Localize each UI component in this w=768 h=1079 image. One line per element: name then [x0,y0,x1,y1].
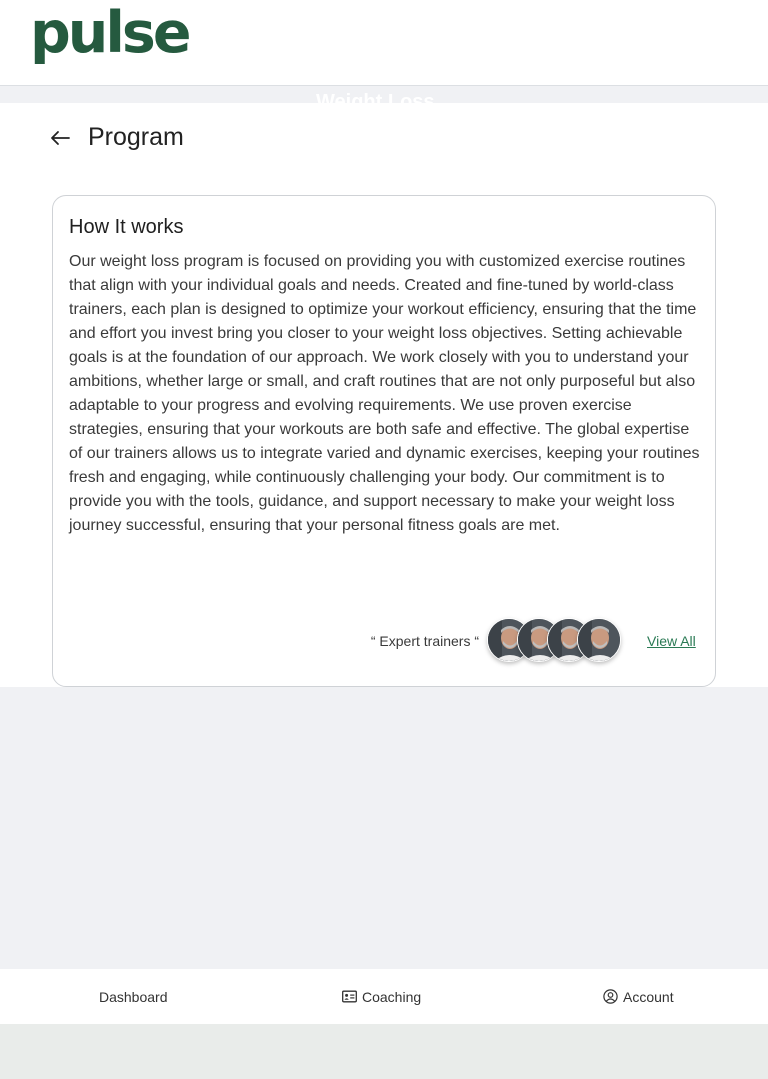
expert-trainers-label: “ Expert trainers “ [370,633,479,649]
page-title: Program [88,123,184,151]
app-header: pulse [0,0,768,86]
nav-item-account[interactable]: Account [603,969,674,1024]
trainer-avatar [577,618,621,662]
how-it-works-card: How It works Our weight loss program is … [52,195,716,687]
nav-label-account: Account [623,988,674,1005]
back-button[interactable] [46,124,74,152]
nav-item-coaching[interactable]: Coaching [342,969,421,1024]
bottom-navigation: Dashboard Coaching Account [0,969,768,1024]
card-description: Our weight loss program is focused on pr… [69,253,700,534]
faded-page-heading: Weight Loss [316,92,435,103]
user-circle-icon [603,989,618,1004]
arrow-left-icon [51,131,70,145]
view-all-link[interactable]: View All [647,633,696,649]
nav-label-coaching: Coaching [362,988,422,1005]
pulse-logo[interactable]: pulse [30,2,192,65]
nav-label-dashboard: Dashboard [99,988,168,1005]
footer-strip [0,1024,768,1079]
card-title: How It works [69,216,184,238]
id-card-icon [342,989,357,1004]
nav-item-dashboard[interactable]: Dashboard [99,969,168,1024]
trainer-avatar-group[interactable] [487,618,627,662]
